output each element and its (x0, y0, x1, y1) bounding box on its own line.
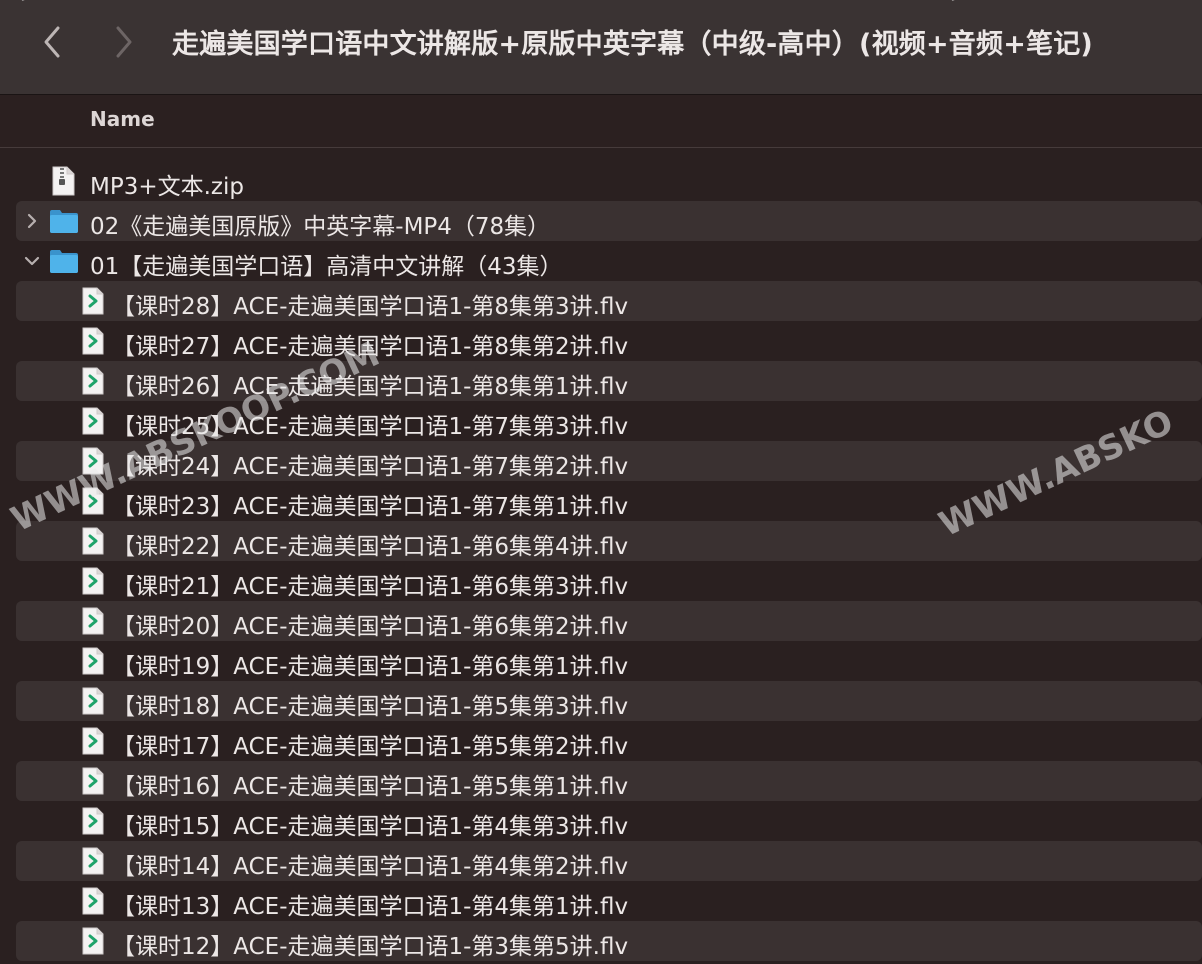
file-row[interactable]: 【课时24】ACE-走遍美国学口语1-第7集第2讲.flv (16, 441, 1202, 481)
window-title: 走遍美国学口语中文讲解版+原版中英字幕（中级-高中）(视频+音频+笔记) (172, 29, 1093, 60)
item-label: 【课时24】ACE-走遍美国学口语1-第7集第2讲.flv (112, 454, 629, 480)
item-label: 【课时17】ACE-走遍美国学口语1-第5集第2讲.flv (112, 734, 629, 760)
file-row[interactable]: 【课时28】ACE-走遍美国学口语1-第8集第3讲.flv (16, 281, 1202, 321)
video-file-icon (81, 327, 105, 359)
file-row[interactable]: 【课时16】ACE-走遍美国学口语1-第5集第1讲.flv (16, 761, 1202, 801)
folder-row[interactable]: 01【走遍美国学口语】高清中文讲解（43集） (16, 241, 1202, 281)
file-row[interactable]: 【课时15】ACE-走遍美国学口语1-第4集第3讲.flv (16, 801, 1202, 841)
file-row[interactable]: MP3+文本.zip (16, 161, 1202, 201)
video-file-icon (81, 607, 105, 639)
toolbar: 走遍美国学口语中文讲解版+原版中英字幕（中级-高中）(视频+音频+笔记) (0, 0, 1202, 95)
file-row[interactable]: 【课时12】ACE-走遍美国学口语1-第3集第5讲.flv (16, 921, 1202, 961)
column-header: Name (0, 95, 1202, 148)
item-label: 【课时19】ACE-走遍美国学口语1-第6集第1讲.flv (112, 654, 629, 680)
item-label: 【课时21】ACE-走遍美国学口语1-第6集第3讲.flv (112, 574, 629, 600)
forward-button[interactable] (106, 22, 142, 62)
video-file-icon (81, 647, 105, 679)
item-label: 【课时15】ACE-走遍美国学口语1-第4集第3讲.flv (112, 814, 629, 840)
item-label: 02《走遍美国原版》中英字幕-MP4（78集） (90, 214, 551, 240)
video-file-icon (81, 807, 105, 839)
disclosure-collapsed-icon[interactable] (22, 211, 42, 231)
file-row[interactable]: 【课时27】ACE-走遍美国学口语1-第8集第2讲.flv (16, 321, 1202, 361)
file-row[interactable]: 【课时20】ACE-走遍美国学口语1-第6集第2讲.flv (16, 601, 1202, 641)
item-label: MP3+文本.zip (90, 174, 244, 200)
chevron-right-icon (116, 26, 132, 58)
item-label: 【课时12】ACE-走遍美国学口语1-第3集第5讲.flv (112, 934, 629, 960)
video-file-icon (81, 367, 105, 399)
item-label: 【课时23】ACE-走遍美国学口语1-第7集第1讲.flv (112, 494, 629, 520)
item-label: 【课时16】ACE-走遍美国学口语1-第5集第1讲.flv (112, 774, 629, 800)
video-file-icon (81, 567, 105, 599)
disclosure-expanded-icon[interactable] (22, 251, 42, 271)
file-row[interactable]: 【课时19】ACE-走遍美国学口语1-第6集第1讲.flv (16, 641, 1202, 681)
file-row[interactable]: 【课时18】ACE-走遍美国学口语1-第5集第3讲.flv (16, 681, 1202, 721)
name-column-header[interactable]: Name (90, 107, 155, 131)
item-label: 【课时25】ACE-走遍美国学口语1-第7集第3讲.flv (112, 414, 629, 440)
file-row[interactable]: 【课时23】ACE-走遍美国学口语1-第7集第1讲.flv (16, 481, 1202, 521)
file-row[interactable]: 【课时25】ACE-走遍美国学口语1-第7集第3讲.flv (16, 401, 1202, 441)
file-row[interactable]: 【课时22】ACE-走遍美国学口语1-第6集第4讲.flv (16, 521, 1202, 561)
video-file-icon (81, 727, 105, 759)
item-label: 【课时14】ACE-走遍美国学口语1-第4集第2讲.flv (112, 854, 629, 880)
video-file-icon (81, 927, 105, 959)
file-row[interactable]: 【课时21】ACE-走遍美国学口语1-第6集第3讲.flv (16, 561, 1202, 601)
back-button[interactable] (34, 22, 70, 62)
video-file-icon (81, 287, 105, 319)
folder-row[interactable]: 02《走遍美国原版》中英字幕-MP4（78集） (16, 201, 1202, 241)
folder-icon (49, 208, 79, 238)
file-row[interactable]: 【课时17】ACE-走遍美国学口语1-第5集第2讲.flv (16, 721, 1202, 761)
video-file-icon (81, 887, 105, 919)
item-label: 【课时22】ACE-走遍美国学口语1-第6集第4讲.flv (112, 534, 629, 560)
video-file-icon (81, 487, 105, 519)
item-label: 【课时13】ACE-走遍美国学口语1-第4集第1讲.flv (112, 894, 629, 920)
video-file-icon (81, 767, 105, 799)
video-file-icon (81, 687, 105, 719)
item-label: 【课时28】ACE-走遍美国学口语1-第8集第3讲.flv (112, 294, 629, 320)
zip-file-icon (50, 166, 76, 200)
item-label: 【课时18】ACE-走遍美国学口语1-第5集第3讲.flv (112, 694, 629, 720)
file-row[interactable]: 【课时26】ACE-走遍美国学口语1-第8集第1讲.flv (16, 361, 1202, 401)
video-file-icon (81, 847, 105, 879)
video-file-icon (81, 447, 105, 479)
item-label: 【课时20】ACE-走遍美国学口语1-第6集第2讲.flv (112, 614, 629, 640)
file-row[interactable]: 【课时14】ACE-走遍美国学口语1-第4集第2讲.flv (16, 841, 1202, 881)
video-file-icon (81, 527, 105, 559)
item-label: 【课时26】ACE-走遍美国学口语1-第8集第1讲.flv (112, 374, 629, 400)
chevron-left-icon (44, 26, 60, 58)
folder-icon (49, 248, 79, 278)
file-row[interactable]: 【课时13】ACE-走遍美国学口语1-第4集第1讲.flv (16, 881, 1202, 921)
video-file-icon (81, 407, 105, 439)
item-label: 01【走遍美国学口语】高清中文讲解（43集） (90, 254, 563, 280)
item-label: 【课时27】ACE-走遍美国学口语1-第8集第2讲.flv (112, 334, 629, 360)
